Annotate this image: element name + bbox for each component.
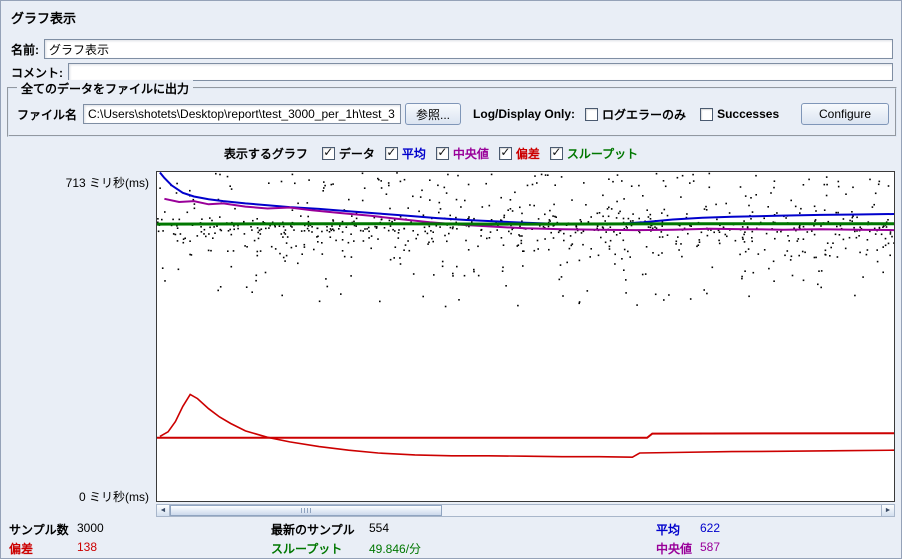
stat-average: 平均 622 <box>656 521 720 538</box>
stat-throughput: スループット 49.846/分 <box>271 540 421 557</box>
file-output-row: ファイル名 参照... Log/Display Only: ログエラーのみ Su… <box>17 101 889 127</box>
checkbox-icon[interactable] <box>700 107 714 121</box>
scrollbar-track[interactable] <box>170 505 881 516</box>
name-input[interactable] <box>44 39 893 59</box>
stat-deviation: 偏差 138 <box>9 540 97 557</box>
stat-throughput-label: スループット <box>271 542 343 556</box>
comment-row: コメント: <box>11 62 893 82</box>
stat-average-label: 平均 <box>656 523 681 537</box>
filename-input[interactable] <box>83 104 402 124</box>
graph-plot-area <box>156 171 895 502</box>
log-errors-only-label: ログエラーのみ <box>602 107 687 122</box>
page-title: グラフ表示 <box>11 11 77 26</box>
filename-label: ファイル名 <box>17 107 78 122</box>
checkbox-checked-icon[interactable] <box>549 146 563 160</box>
stat-median-label: 中央値 <box>656 542 693 556</box>
stat-median-value: 587 <box>700 540 721 554</box>
browse-button[interactable]: 参照... <box>405 103 462 125</box>
comment-label: コメント: <box>11 65 63 80</box>
stat-average-value: 622 <box>700 521 721 535</box>
log-display-only-label: Log/Display Only: <box>473 107 576 121</box>
series-label-median: 中央値 <box>452 146 489 161</box>
scroll-right-icon[interactable]: ► <box>881 505 894 516</box>
checkbox-checked-icon[interactable] <box>498 146 512 160</box>
series-toggle-median[interactable]: 中央値 <box>435 145 489 162</box>
successes-label: Successes <box>717 107 780 121</box>
jmeter-graph-results-panel: グラフ表示 名前: コメント: 全てのデータをファイルに出力 ファイル名 参照.… <box>0 0 902 559</box>
series-label-data: データ <box>338 146 375 161</box>
configure-button[interactable]: Configure <box>801 103 889 125</box>
series-label-average: 平均 <box>401 146 426 161</box>
stat-samples-value: 3000 <box>77 521 104 535</box>
stat-samples: サンプル数 3000 <box>9 521 104 538</box>
stat-samples-label: サンプル数 <box>9 523 69 537</box>
scrollbar-grip-icon <box>301 508 311 513</box>
graph-canvas <box>157 172 894 459</box>
stat-latest-sample: 最新のサンプル 554 <box>271 521 389 538</box>
horizontal-scrollbar[interactable]: ◄ ► <box>156 504 895 517</box>
checkbox-icon[interactable] <box>585 107 599 121</box>
stat-latest-label: 最新のサンプル <box>271 523 355 537</box>
series-toggle-deviation[interactable]: 偏差 <box>498 145 540 162</box>
checkbox-checked-icon[interactable] <box>384 146 398 160</box>
stat-deviation-label: 偏差 <box>9 542 34 556</box>
name-row: 名前: <box>11 38 893 60</box>
stat-deviation-value: 138 <box>77 540 98 554</box>
file-output-group: 全てのデータをファイルに出力 ファイル名 参照... Log/Display O… <box>7 80 897 137</box>
series-label-throughput: スループット <box>566 146 639 161</box>
stat-median: 中央値 587 <box>656 540 720 557</box>
stat-throughput-value: 49.846/分 <box>369 542 422 556</box>
checkbox-checked-icon[interactable] <box>321 146 335 160</box>
series-toggle-throughput[interactable]: スループット <box>549 145 639 162</box>
scroll-left-icon[interactable]: ◄ <box>157 505 170 516</box>
file-output-group-title: 全てのデータをファイルに出力 <box>17 80 194 97</box>
y-axis-max-label: 713 ミリ秒(ms) <box>65 176 149 190</box>
series-toggle-average[interactable]: 平均 <box>384 145 426 162</box>
checkbox-checked-icon[interactable] <box>435 146 449 160</box>
series-toggle-data[interactable]: データ <box>321 145 375 162</box>
name-label: 名前: <box>11 42 39 57</box>
graph-series-controls: 表示するグラフ データ 平均 中央値 偏差 スループット <box>1 143 861 163</box>
stat-latest-value: 554 <box>369 521 390 535</box>
comment-input[interactable] <box>68 63 893 81</box>
scrollbar-thumb[interactable] <box>170 505 442 516</box>
series-label-deviation: 偏差 <box>515 146 540 161</box>
successes-checkbox[interactable]: Successes <box>700 107 779 121</box>
log-errors-only-checkbox[interactable]: ログエラーのみ <box>585 106 686 123</box>
y-axis-min-label: 0 ミリ秒(ms) <box>79 490 149 504</box>
graphs-to-display-label: 表示するグラフ <box>223 146 308 161</box>
